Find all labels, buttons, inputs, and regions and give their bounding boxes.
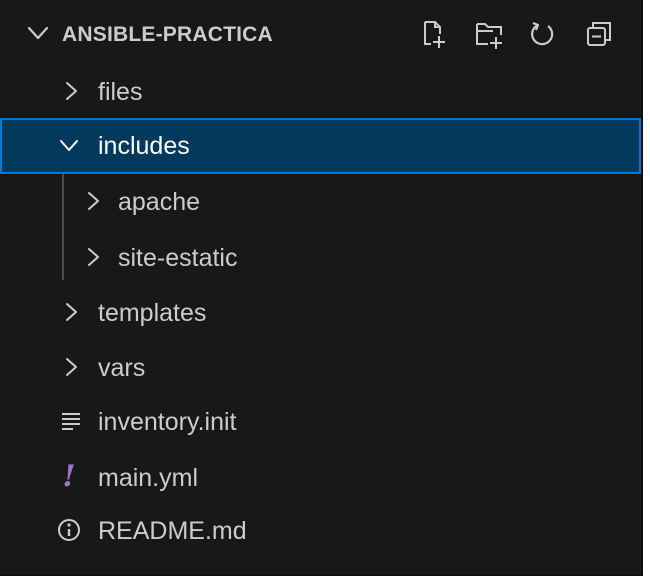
new-file-button[interactable] [413,16,451,52]
info-icon [56,515,82,545]
chevron-right-icon [88,192,99,210]
tree-item-label: inventory.init [98,408,237,436]
lines-icon [58,406,84,436]
tree-item-files[interactable]: files [0,64,641,120]
tree-item-site-estatic[interactable]: site-estatic [0,230,641,286]
explorer-header[interactable]: ANSIBLE-PRACTICA [0,8,641,66]
chevron-right-icon [66,358,77,376]
tree-item-label: vars [98,354,146,382]
chevron-right-icon [88,248,99,266]
tree-item-label: main.yml [98,464,199,492]
refresh-icon [531,21,554,46]
new-folder-icon [476,23,502,49]
collapse-all-button[interactable] [580,16,618,52]
chevron-right-icon [66,303,77,321]
chevron-down-icon[interactable] [26,21,50,45]
tree-item-main-yml[interactable]: ! main.yml [0,450,641,506]
tree-item-readme-md[interactable]: README.md [0,503,641,559]
tree-item-apache[interactable]: apache [0,174,641,230]
explorer-panel: ANSIBLE-PRACTICA files includes apache s… [0,0,643,576]
collapse-all-icon [587,22,611,46]
tree-item-label: apache [118,188,201,216]
tree-item-label: templates [98,299,207,327]
explorer-title: ANSIBLE-PRACTICA [62,23,273,46]
new-folder-button[interactable] [470,16,508,52]
tree-item-label: README.md [98,517,247,545]
tree-item-label: files [98,78,143,106]
yaml-exclamation-icon: ! [62,459,76,494]
chevron-down-icon [60,140,78,151]
new-file-icon [424,21,445,48]
tree-item-label: site-estatic [118,244,238,272]
refresh-button[interactable] [523,16,561,52]
tree-item-label: includes [98,132,190,160]
tree-item-includes[interactable]: includes [0,118,641,174]
chevron-right-icon [66,82,77,100]
tree-item-vars[interactable]: vars [0,340,641,396]
tree-item-inventory-init[interactable]: inventory.init [0,394,641,450]
tree-item-templates[interactable]: templates [0,285,641,341]
